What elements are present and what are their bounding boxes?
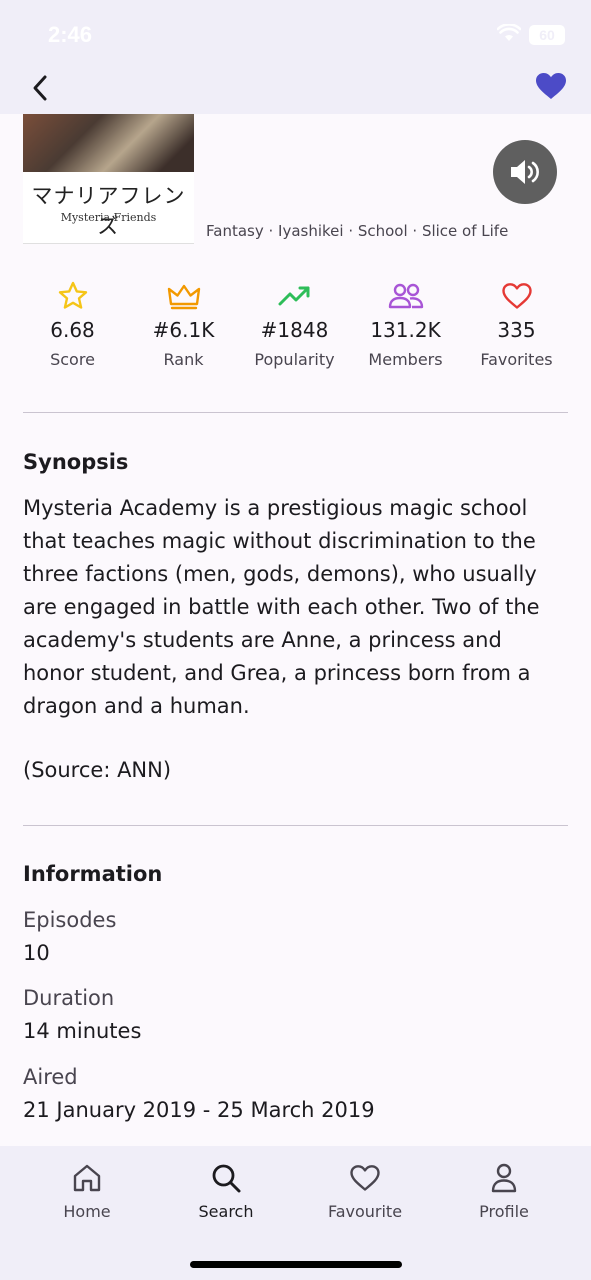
nav-home[interactable]: Home: [27, 1160, 147, 1221]
info-label-duration: Duration: [23, 986, 115, 1010]
synopsis-text: Mysteria Academy is a prestigious magic …: [23, 496, 540, 718]
stat-value: 131.2K: [370, 318, 441, 342]
synopsis-title: Synopsis: [23, 450, 129, 474]
app-bar: [0, 70, 591, 114]
info-label-episodes: Episodes: [23, 908, 117, 932]
wifi-icon: [496, 23, 522, 46]
stat-rank: #6.1K Rank: [128, 280, 239, 369]
home-indicator: [190, 1261, 402, 1268]
stat-label: Rank: [163, 350, 204, 369]
people-icon: [388, 283, 423, 309]
stat-value: #1848: [260, 318, 329, 342]
battery-icon: 60: [529, 25, 565, 45]
person-icon: [491, 1163, 517, 1193]
bottom-navigation: Home Search Favourite Profile: [0, 1146, 591, 1280]
stat-label: Popularity: [254, 350, 335, 369]
nav-label: Search: [198, 1202, 254, 1221]
nav-label: Profile: [479, 1202, 529, 1221]
divider: [23, 412, 568, 413]
heart-filled-icon: [536, 73, 566, 99]
stat-value: #6.1K: [152, 318, 215, 342]
favorite-button[interactable]: [533, 70, 569, 102]
stat-label: Favorites: [480, 350, 553, 369]
stat-favorites: 335 Favorites: [461, 280, 572, 369]
search-icon: [212, 1164, 241, 1193]
status-time: 2:46: [48, 22, 93, 47]
cover-image: マナリアフレンズ Mysteria Friends: [23, 114, 194, 244]
status-icons: 60: [496, 23, 565, 46]
stat-value: 6.68: [50, 318, 95, 342]
back-button[interactable]: [26, 72, 54, 104]
star-icon: [58, 281, 87, 309]
information-title: Information: [23, 862, 163, 886]
nav-profile[interactable]: Profile: [444, 1160, 564, 1221]
stat-label: Members: [368, 350, 443, 369]
details-content[interactable]: マナリアフレンズ Mysteria Friends Fantasy · Iyas…: [0, 114, 591, 1146]
cover-title-en: Mysteria Friends: [60, 211, 157, 224]
synopsis-source: (Source: ANN): [23, 758, 172, 782]
divider: [23, 825, 568, 826]
nav-label: Favourite: [327, 1202, 403, 1221]
stat-members: 131.2K Members: [350, 280, 461, 369]
play-sound-button[interactable]: [493, 140, 557, 204]
nav-search[interactable]: Search: [166, 1160, 286, 1221]
chevron-left-icon: [33, 75, 47, 101]
stats-row: 6.68 Score #6.1K Rank #1848 Popularity 1…: [17, 280, 573, 369]
nav-label: Home: [63, 1202, 111, 1221]
info-value-aired: 21 January 2019 - 25 March 2019: [23, 1098, 375, 1122]
speaker-icon: [511, 160, 539, 184]
crown-icon: [167, 284, 200, 310]
stat-popularity: #1848 Popularity: [239, 280, 350, 369]
heart-outline-icon: [350, 1165, 380, 1191]
info-value-episodes: 10: [23, 941, 50, 965]
genre-list: Fantasy · Iyashikei · School · Slice of …: [206, 222, 509, 240]
cover-title-jp: マナリアフレンズ: [31, 184, 186, 238]
stat-score: 6.68 Score: [17, 280, 128, 369]
status-bar: 2:46 60: [0, 0, 591, 70]
stat-label: Score: [50, 350, 95, 369]
home-icon: [73, 1164, 101, 1192]
cover-artwork: [23, 114, 194, 172]
info-value-duration: 14 minutes: [23, 1019, 142, 1043]
trending-up-icon: [278, 286, 309, 306]
nav-favourite[interactable]: Favourite: [305, 1160, 425, 1221]
info-label-aired: Aired: [23, 1065, 78, 1089]
stat-value: 335: [497, 318, 536, 342]
heart-icon: [501, 283, 532, 309]
